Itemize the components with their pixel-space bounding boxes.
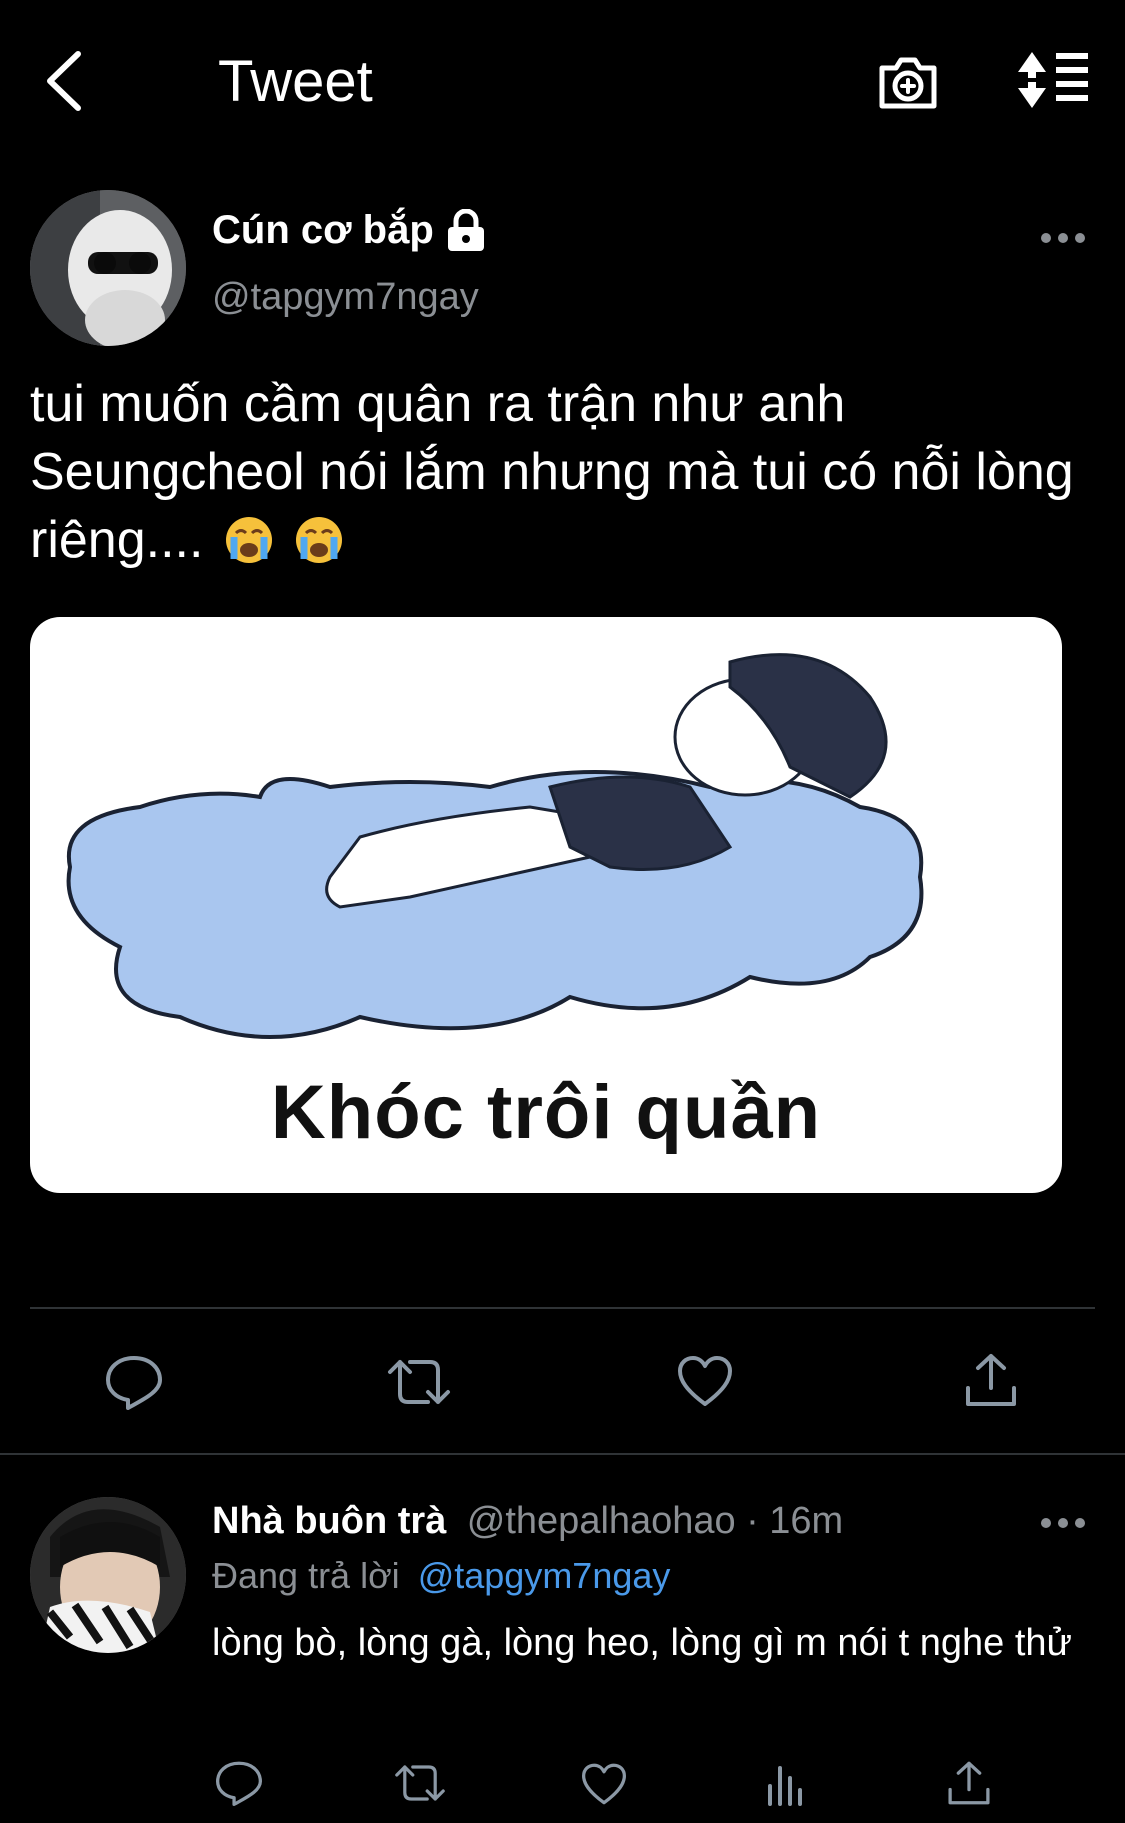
tweet-media-image[interactable]: Khóc trôi quần [30,617,1062,1193]
media-caption: Khóc trôi quần [270,1070,822,1155]
like-button[interactable] [676,1354,734,1408]
reply-reply-button[interactable] [214,1760,264,1806]
tweet-more-button[interactable] [1040,228,1086,248]
author-name: Cún cơ bắp [212,208,434,252]
reply-avatar-image [30,1497,186,1653]
replying-to-line: Đang trả lời @tapgym7ngay [212,1555,670,1597]
crying-emoji-icon [224,514,274,564]
tweet-text: tui muốn cầm quân ra trận như anh Seungc… [30,375,1074,569]
share-icon [966,1354,1016,1406]
share-icon [948,1761,990,1805]
camera-plus-icon [879,57,937,109]
sort-button[interactable] [1014,50,1090,110]
reply-retweet-button[interactable] [392,1762,448,1804]
author-handle: @tapgym7ngay [212,276,479,318]
actions-top-divider [30,1307,1095,1309]
reply-author-handle: @thepalhaohao [466,1500,736,1542]
share-button[interactable] [964,1352,1018,1408]
sort-icon [1018,52,1088,108]
camera-button[interactable] [876,50,940,114]
back-button[interactable] [36,46,96,116]
reply-icon [106,1356,162,1410]
reply-button[interactable] [104,1354,164,1410]
reply-author-avatar[interactable] [30,1497,186,1653]
chevron-left-icon [47,51,81,111]
author-name-row: Cún cơ bắp [212,208,488,253]
reply-analytics-button[interactable] [766,1762,806,1806]
page-title: Tweet [218,49,373,114]
avatar-image [30,190,186,346]
analytics-icon [768,1766,802,1806]
tweet-text-block: tui muốn cầm quân ra trận như anh Seungc… [30,370,1090,574]
retweet-icon [395,1765,445,1801]
reply-more-button[interactable] [1040,1513,1086,1533]
reply-text: lòng bò, lòng gà, lòng heo, lòng gì m nó… [212,1622,1072,1664]
retweet-icon [388,1360,450,1404]
replying-to-mention-link[interactable]: @tapgym7ngay [418,1555,671,1596]
author-avatar[interactable] [30,190,186,346]
reply-icon [216,1761,263,1806]
reply-timestamp: 16m [769,1500,844,1542]
lock-icon [447,208,484,251]
more-icon [1041,233,1085,243]
heart-icon [581,1763,626,1805]
reply-header: Nhà buôn trà @thepalhaohao · 16m [212,1500,843,1543]
reply-share-button[interactable] [946,1760,992,1806]
replying-to-prefix: Đang trả lời [212,1555,400,1596]
retweet-button[interactable] [384,1356,454,1408]
crying-emoji-icon [294,514,344,564]
reply-like-button[interactable] [580,1762,628,1806]
reply-meta-separator: · [746,1500,759,1542]
heart-icon [678,1356,732,1406]
tweet-reply-divider [0,1453,1125,1455]
reply-author-name: Nhà buôn trà [212,1500,447,1542]
more-icon [1041,1518,1085,1528]
